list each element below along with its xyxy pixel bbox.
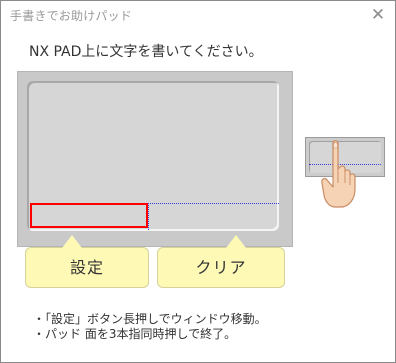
instruction-text: NX PAD上に文字を書いてください。 [29, 44, 263, 60]
pad-button-zones [27, 202, 279, 231]
window-title: 手書きでお助けパッド [10, 9, 133, 23]
help-pad-window: 手書きでお助けパッド ✕ NX PAD上に文字を書いてください。 設定 クリア … [0, 0, 396, 363]
setting-callout: 設定 [25, 235, 149, 288]
clear-zone-top-guide [148, 203, 279, 204]
setting-callout-label: 設定 [69, 258, 104, 277]
close-button[interactable]: ✕ [367, 5, 389, 25]
pad-illustration [17, 71, 293, 247]
callout-tail [62, 235, 82, 248]
hand-touch-icon [321, 140, 356, 208]
setting-zone[interactable] [30, 203, 148, 228]
clear-zone-divider [148, 203, 149, 230]
usage-notes: ・「設定」ボタン長押しでウィンドウ移動。 ・パッド 面を3本指同時押しで終了。 [33, 312, 267, 342]
clear-callout: クリア [157, 235, 285, 288]
callout-tail [226, 235, 246, 248]
clear-callout-label: クリア [195, 258, 247, 277]
note-line: ・「設定」ボタン長押しでウィンドウ移動。 [33, 312, 267, 326]
title-bar[interactable]: 手書きでお助けパッド ✕ [1, 1, 395, 31]
note-line: ・パッド 面を3本指同時押しで終了。 [33, 327, 237, 341]
close-icon: ✕ [370, 5, 386, 25]
